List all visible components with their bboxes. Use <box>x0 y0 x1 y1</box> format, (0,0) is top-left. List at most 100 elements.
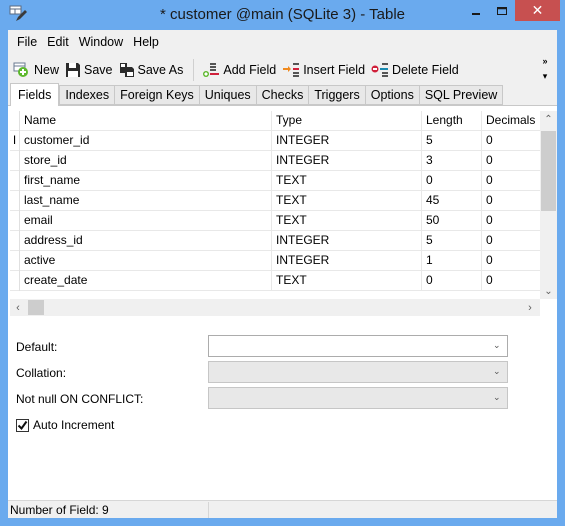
save-icon <box>66 62 81 77</box>
new-button[interactable]: New <box>11 58 63 82</box>
table-row[interactable]: first_name TEXT 0 0 <box>10 171 540 191</box>
default-combobox[interactable]: ⌄ <box>208 335 508 357</box>
field-type-cell[interactable]: INTEGER <box>272 251 422 271</box>
field-type-cell[interactable]: TEXT <box>272 191 422 211</box>
field-name-cell[interactable]: email <box>20 211 272 231</box>
tab-fields[interactable]: Fields <box>10 83 60 106</box>
save-as-label: Save As <box>137 62 184 77</box>
field-decimals-cell[interactable]: 0 <box>482 271 540 291</box>
delete-field-button[interactable]: Delete Field <box>369 58 463 82</box>
field-length-cell[interactable]: 50 <box>422 211 482 231</box>
field-name-cell[interactable]: customer_id <box>20 131 272 151</box>
table-row[interactable]: Icustomer_id INTEGER 5 0 <box>10 131 540 151</box>
save-label: Save <box>84 62 113 77</box>
column-header-decimals[interactable]: Decimals <box>482 111 540 131</box>
not-null-on-conflict-combobox[interactable]: ⌄ <box>208 387 508 409</box>
menu-help[interactable]: Help <box>128 35 164 49</box>
client-area: File Edit Window Help New Save Save As A… <box>8 30 557 518</box>
delete-field-icon <box>371 62 389 77</box>
table-row[interactable]: last_name TEXT 45 0 <box>10 191 540 211</box>
menu-file[interactable]: File <box>12 35 42 49</box>
field-type-cell[interactable]: INTEGER <box>272 151 422 171</box>
field-name-cell[interactable]: create_date <box>20 271 272 291</box>
maximize-icon <box>497 6 507 15</box>
collation-combobox[interactable]: ⌄ <box>208 361 508 383</box>
scroll-left-icon[interactable]: ‹ <box>10 299 26 316</box>
table-row[interactable]: email TEXT 50 0 <box>10 211 540 231</box>
field-count-status: Number of Field: 9 <box>10 503 109 517</box>
tab-foreign-keys[interactable]: Foreign Keys <box>115 85 200 105</box>
chevron-double-right-icon: » <box>542 56 548 66</box>
menu-window[interactable]: Window <box>74 35 128 49</box>
scroll-up-icon[interactable]: ⌃ <box>540 111 557 127</box>
collation-label: Collation: <box>16 366 67 380</box>
scroll-down-icon[interactable]: ⌄ <box>540 283 557 299</box>
column-header-type[interactable]: Type <box>272 111 422 131</box>
row-indicator <box>10 171 20 191</box>
tab-triggers[interactable]: Triggers <box>309 85 366 105</box>
insert-field-button[interactable]: Insert Field <box>280 58 369 82</box>
field-type-cell[interactable]: INTEGER <box>272 131 422 151</box>
toolbar-overflow-button[interactable]: » ▾ <box>539 56 551 82</box>
fields-grid: Name Type Length Decimals Icustomer_id IN… <box>10 111 540 299</box>
field-length-cell[interactable]: 0 <box>422 271 482 291</box>
add-field-button[interactable]: Add Field <box>200 58 280 82</box>
grid-header-row: Name Type Length Decimals <box>10 111 540 131</box>
field-decimals-cell[interactable]: 0 <box>482 211 540 231</box>
column-header-length[interactable]: Length <box>422 111 482 131</box>
new-label: New <box>34 62 60 77</box>
save-button[interactable]: Save <box>63 58 117 82</box>
field-decimals-cell[interactable]: 0 <box>482 251 540 271</box>
tab-checks[interactable]: Checks <box>256 85 310 105</box>
horizontal-scrollbar[interactable]: ‹ › <box>10 299 540 316</box>
status-bar: Number of Field: 9 <box>8 500 557 518</box>
minimize-button[interactable] <box>463 0 489 21</box>
vertical-scroll-thumb[interactable] <box>541 131 556 211</box>
save-as-button[interactable]: Save As <box>117 58 188 82</box>
title-bar[interactable]: * customer @main (SQLite 3) - Table ✕ <box>0 0 565 30</box>
close-icon: ✕ <box>531 2 544 18</box>
maximize-button[interactable] <box>489 0 515 21</box>
field-length-cell[interactable]: 5 <box>422 231 482 251</box>
field-type-cell[interactable]: TEXT <box>272 271 422 291</box>
table-row[interactable]: create_date TEXT 0 0 <box>10 271 540 291</box>
field-name-cell[interactable]: first_name <box>20 171 272 191</box>
table-row[interactable]: active INTEGER 1 0 <box>10 251 540 271</box>
add-field-label: Add Field <box>223 62 277 77</box>
field-length-cell[interactable]: 1 <box>422 251 482 271</box>
auto-increment-option[interactable]: Auto Increment <box>16 418 114 432</box>
field-type-cell[interactable]: INTEGER <box>272 231 422 251</box>
tab-options[interactable]: Options <box>365 85 420 105</box>
tab-sql-preview[interactable]: SQL Preview <box>419 85 504 105</box>
table-row[interactable]: address_id INTEGER 5 0 <box>10 231 540 251</box>
field-decimals-cell[interactable]: 0 <box>482 171 540 191</box>
field-decimals-cell[interactable]: 0 <box>482 231 540 251</box>
field-decimals-cell[interactable]: 0 <box>482 151 540 171</box>
tab-indexes[interactable]: Indexes <box>59 85 116 105</box>
field-decimals-cell[interactable]: 0 <box>482 131 540 151</box>
field-name-cell[interactable]: active <box>20 251 272 271</box>
field-length-cell[interactable]: 5 <box>422 131 482 151</box>
field-length-cell[interactable]: 0 <box>422 171 482 191</box>
field-type-cell[interactable]: TEXT <box>272 171 422 191</box>
tab-bar: Fields Indexes Foreign Keys Uniques Chec… <box>8 83 504 106</box>
field-name-cell[interactable]: address_id <box>20 231 272 251</box>
not-null-on-conflict-label: Not null ON CONFLICT: <box>16 392 144 406</box>
vertical-scrollbar[interactable]: ⌃ ⌄ <box>540 111 557 299</box>
column-header-name[interactable]: Name <box>20 111 272 131</box>
table-designer-window: * customer @main (SQLite 3) - Table ✕ Fi… <box>0 0 565 526</box>
table-row[interactable]: store_id INTEGER 3 0 <box>10 151 540 171</box>
menu-edit[interactable]: Edit <box>42 35 74 49</box>
field-name-cell[interactable]: store_id <box>20 151 272 171</box>
field-length-cell[interactable]: 45 <box>422 191 482 211</box>
close-button[interactable]: ✕ <box>515 0 560 21</box>
field-length-cell[interactable]: 3 <box>422 151 482 171</box>
toolbar-separator <box>193 58 195 81</box>
auto-increment-checkbox[interactable] <box>16 418 29 432</box>
scroll-right-icon[interactable]: › <box>522 299 538 316</box>
field-name-cell[interactable]: last_name <box>20 191 272 211</box>
horizontal-scroll-thumb[interactable] <box>28 300 44 315</box>
field-decimals-cell[interactable]: 0 <box>482 191 540 211</box>
tab-uniques[interactable]: Uniques <box>199 85 257 105</box>
field-type-cell[interactable]: TEXT <box>272 211 422 231</box>
